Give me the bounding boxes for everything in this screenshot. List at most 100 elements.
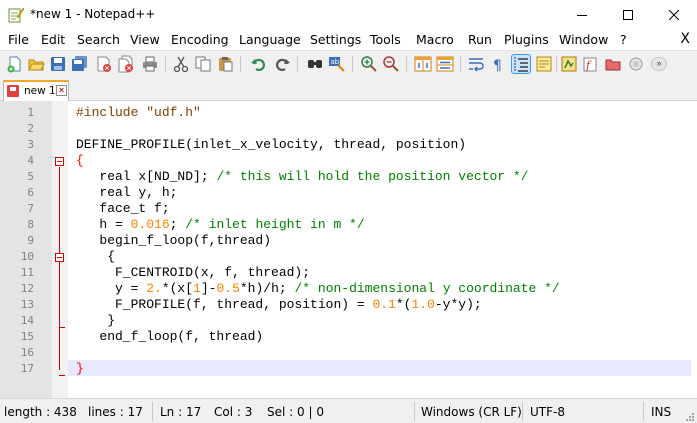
paste-icon[interactable]	[216, 55, 234, 73]
monitoring-icon[interactable]	[604, 55, 622, 73]
cut-icon[interactable]	[172, 55, 190, 73]
resize-grip-icon[interactable]	[684, 410, 694, 421]
save-icon[interactable]	[49, 55, 67, 73]
code-line[interactable]: 12 y = 2.*(x[1]-0.5*h)/h; /* non-dimensi…	[0, 280, 697, 296]
status-separator	[522, 402, 523, 421]
menu-edit[interactable]: Edit	[41, 32, 65, 47]
status-eol[interactable]: Windows (CR LF)	[421, 405, 522, 419]
copy-icon[interactable]	[194, 55, 212, 73]
tab-new-1[interactable]: new 1 ×	[3, 80, 69, 101]
menu-search[interactable]: Search	[77, 32, 120, 47]
replace-icon[interactable]: ab	[328, 55, 346, 73]
toolbar-separator	[165, 56, 166, 72]
code-line[interactable]: 10 {	[0, 248, 697, 264]
code-line[interactable]: 2	[0, 120, 697, 136]
code-token: }	[76, 313, 116, 328]
code-line[interactable]: 15 end_f_loop(f, thread)	[0, 328, 697, 344]
zoom-in-icon[interactable]	[360, 55, 378, 73]
folder-workspace-icon[interactable]: f	[582, 55, 600, 73]
code-line[interactable]: 7 face_t f;	[0, 200, 697, 216]
code-line[interactable]: 16	[0, 344, 697, 360]
code-line[interactable]: 4{	[0, 152, 697, 168]
code-number: 1	[193, 281, 201, 296]
status-insert-mode[interactable]: INS	[651, 405, 671, 419]
code-text: DEFINE_PROFILE(inlet_x_velocity, thread,…	[76, 137, 466, 152]
code-text: {	[76, 249, 115, 264]
line-number: 11	[20, 266, 34, 279]
code-line[interactable]: 11 F_CENTROID(x, f, thread);	[0, 264, 697, 280]
menu-tools[interactable]: Tools	[370, 32, 401, 47]
menu-encoding[interactable]: Encoding	[171, 32, 229, 47]
maximize-button[interactable]	[605, 0, 651, 30]
toolbar-separator	[240, 56, 241, 72]
menu-language[interactable]: Language	[239, 32, 301, 47]
close-file-icon[interactable]	[95, 55, 113, 73]
svg-text:¶: ¶	[493, 58, 502, 73]
line-number: 16	[20, 346, 34, 359]
notepad-plus-plus-app-icon[interactable]	[7, 6, 25, 23]
line-number: 6	[27, 186, 34, 199]
line-number: 9	[27, 234, 34, 247]
minimize-button[interactable]	[559, 0, 605, 30]
menu-macro[interactable]: Macro	[416, 32, 454, 47]
sync-horizontal-icon[interactable]	[436, 55, 454, 73]
code-token: h =	[76, 217, 131, 232]
code-token: real x[ND_ND];	[76, 169, 217, 184]
line-number: 13	[20, 298, 34, 311]
code-editor[interactable]: 1 #include "udf.h" 2 3 DEFINE_PROFILE(inlet_…	[0, 101, 697, 398]
code-line[interactable]: 9 begin_f_loop(f,thread)	[0, 232, 697, 248]
menu-view[interactable]: View	[130, 32, 160, 47]
undo-icon[interactable]	[250, 55, 268, 73]
code-token: *(x[	[161, 281, 194, 296]
code-token: ;	[169, 217, 186, 232]
code-line[interactable]: 8 h = 0.016; /* inlet height in m */	[0, 216, 697, 232]
code-line[interactable]: 3 DEFINE_PROFILE(inlet_x_velocity, thread…	[0, 136, 697, 152]
code-token: -y*y);	[434, 297, 482, 312]
code-text: F_CENTROID(x, f, thread);	[76, 265, 310, 280]
save-all-icon[interactable]	[71, 55, 89, 73]
maximize-icon	[623, 10, 633, 20]
word-wrap-icon[interactable]	[467, 55, 485, 73]
code-line[interactable]: 14 }	[0, 312, 697, 328]
menu-run[interactable]: Run	[468, 32, 492, 47]
toolbar-separator	[556, 56, 557, 72]
sync-vertical-icon[interactable]	[414, 55, 432, 73]
function-list-icon[interactable]	[560, 55, 578, 73]
menu-plugins[interactable]: Plugins	[504, 32, 549, 47]
toolbar-overflow-chevron-icon[interactable]: »	[651, 57, 667, 71]
find-icon[interactable]	[306, 55, 324, 73]
status-line-number: Ln : 17	[160, 405, 202, 419]
open-file-icon[interactable]	[27, 55, 45, 73]
status-encoding[interactable]: UTF-8	[530, 405, 565, 419]
tab-close-icon[interactable]: ×	[56, 85, 67, 96]
title-bar: *new 1 - Notepad++	[0, 0, 697, 30]
close-document-button[interactable]: X	[680, 31, 690, 47]
toolbar: ab ¶ f »	[0, 50, 697, 76]
code-text: #include "udf.h"	[76, 105, 201, 120]
menu-file[interactable]: File	[8, 32, 29, 47]
menu-window[interactable]: Window	[559, 32, 608, 47]
code-token: ]-	[200, 281, 217, 296]
menu-help[interactable]: ?	[620, 32, 627, 47]
close-window-button[interactable]	[651, 0, 697, 30]
code-comment: /* inlet height in m */	[185, 217, 365, 232]
code-lines: 1 #include "udf.h" 2 3 DEFINE_PROFILE(inlet_…	[0, 104, 697, 376]
code-token: *h)/h;	[239, 281, 295, 296]
code-brace-match: }	[76, 361, 84, 376]
indent-guide-icon[interactable]	[511, 54, 531, 74]
code-line[interactable]: 13 F_PROFILE(f, thread, position) = 0.1*…	[0, 296, 697, 312]
menu-settings[interactable]: Settings	[310, 32, 361, 47]
doc-map-icon[interactable]	[535, 55, 553, 73]
code-line[interactable]: 1 #include "udf.h"	[0, 104, 697, 120]
zoom-out-icon[interactable]	[382, 55, 400, 73]
code-line[interactable]: 17}	[0, 360, 697, 376]
show-all-chars-icon[interactable]: ¶	[489, 55, 507, 74]
code-line[interactable]: 6 real y, h;	[0, 184, 697, 200]
close-all-icon[interactable]	[117, 55, 135, 73]
new-file-icon[interactable]	[6, 55, 24, 73]
redo-icon[interactable]	[273, 55, 291, 73]
record-macro-icon[interactable]	[627, 55, 645, 73]
print-icon[interactable]	[141, 55, 159, 73]
code-line[interactable]: 5 real x[ND_ND]; /* this will hold the p…	[0, 168, 697, 184]
code-text: {	[76, 153, 84, 168]
